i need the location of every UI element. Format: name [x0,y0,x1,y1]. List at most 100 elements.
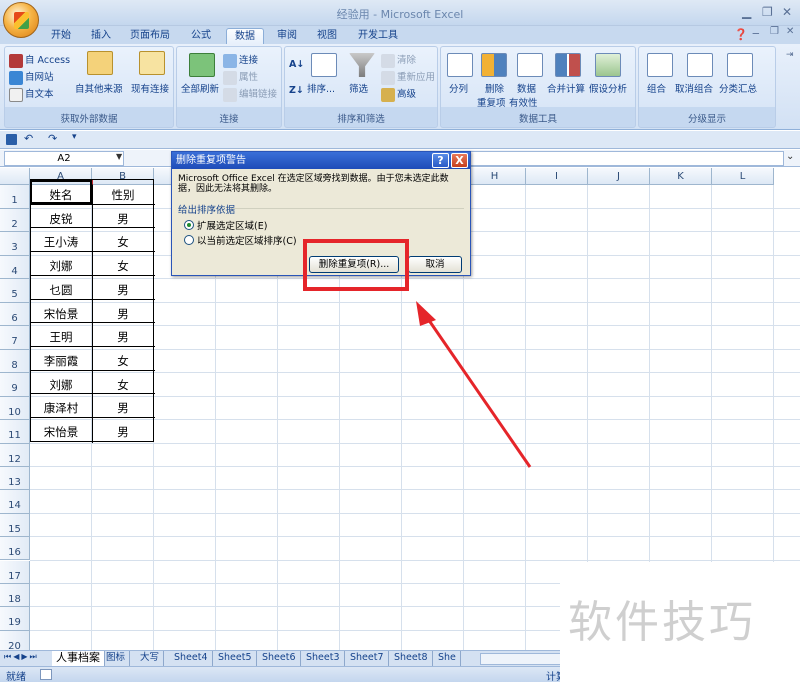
header-cell-gender[interactable]: 性别 [92,184,154,207]
cell-name[interactable]: 皮锐 [30,208,92,231]
cell-name[interactable]: 宋怡景 [30,303,92,326]
row-header[interactable]: 9 [0,373,30,397]
column-header-h[interactable]: H [464,168,526,185]
cell-name[interactable]: 刘娜 [30,374,92,397]
row-header[interactable]: 10 [0,396,30,420]
subtotal-button[interactable]: 分类汇总 [719,81,757,95]
sort-button[interactable]: 排序... [307,81,335,95]
row-header[interactable]: 14 [0,490,30,514]
sheet-tab[interactable]: Sheet8 [390,651,433,666]
remove-duplicates-button[interactable]: 删除 重复项 [477,81,506,109]
minimize-icon[interactable]: ▁ [742,5,751,19]
expand-formula-icon[interactable]: ⌄ [786,151,794,162]
edit-links-button[interactable]: 编辑链接 [223,86,277,102]
sheet-tab[interactable]: 人事档案 [52,651,105,666]
column-header-j[interactable]: J [588,168,650,185]
row-header[interactable]: 6 [0,302,30,326]
maximize-icon[interactable]: ❐ [762,5,773,19]
group-button[interactable]: 组合 [647,81,666,95]
row-header[interactable]: 8 [0,349,30,373]
sheet-nav-icon[interactable]: ⏮◀▶⏭ [4,652,39,662]
tab-developer[interactable]: 开发工具 [352,28,404,44]
cell-gender[interactable]: 男 [92,421,154,444]
dialog-close-icon[interactable]: X [451,153,468,168]
show-detail-icon[interactable]: ⇥ [786,50,794,60]
clear-button[interactable]: 清除 [381,52,416,68]
column-header-i[interactable]: I [526,168,588,185]
close-window-icon[interactable]: ✕ [782,5,792,19]
workbook-close-icon[interactable]: ✕ [786,26,794,37]
cell-gender[interactable]: 男 [92,397,154,420]
help-icon[interactable]: ❓ [734,28,748,41]
sheet-tab[interactable]: 大写 [136,651,165,666]
tab-review[interactable]: 审阅 [272,28,302,44]
customize-qat-icon[interactable]: ▾ [72,132,77,142]
formula-input[interactable] [470,151,784,166]
sheet-tab[interactable]: Sheet3 [302,651,345,666]
expand-selection-radio[interactable]: 扩展选定区域(E) [184,218,267,232]
cell-gender[interactable]: 男 [92,279,154,302]
row-header[interactable]: 1 [0,185,30,209]
select-all-corner[interactable] [0,168,30,185]
tab-home[interactable]: 开始 [46,28,76,44]
sheet-tab[interactable]: Sheet7 [346,651,389,666]
data-validation-button[interactable]: 数据 有效性 [509,81,538,109]
text-to-columns-button[interactable]: 分列 [449,81,468,95]
from-web-button[interactable]: 自网站 [9,69,54,85]
row-header[interactable]: 5 [0,279,30,303]
sheet-tab[interactable]: Sheet6 [258,651,301,666]
sheet-tab[interactable]: Sheet5 [214,651,257,666]
what-if-analysis-button[interactable]: 假设分析 [589,81,627,95]
properties-button[interactable]: 属性 [223,69,258,85]
row-header[interactable]: 4 [0,255,30,279]
cell-name[interactable]: 王小涛 [30,231,92,254]
column-header-k[interactable]: K [650,168,712,185]
consolidate-button[interactable]: 合并计算 [547,81,585,95]
row-header[interactable]: 7 [0,326,30,350]
redo-icon[interactable]: ↷ [48,132,57,145]
filter-button[interactable]: 筛选 [349,81,368,95]
row-header[interactable]: 13 [0,466,30,491]
column-header-l[interactable]: L [712,168,774,185]
row-header[interactable]: 16 [0,537,30,561]
from-text-button[interactable]: 自文本 [9,86,54,102]
cell-name[interactable]: 康泽村 [30,397,92,420]
dialog-help-icon[interactable]: ? [432,153,449,168]
row-header[interactable]: 19 [0,607,30,631]
row-header[interactable]: 3 [0,232,30,256]
tab-data[interactable]: 数据 [226,28,264,44]
cell-name[interactable]: 乜圆 [30,279,92,302]
cell-name[interactable]: 刘娜 [30,255,92,278]
tab-page-layout[interactable]: 页面布局 [124,28,176,44]
connections-button[interactable]: 连接 [223,52,258,68]
cancel-button[interactable]: 取消 [408,256,462,273]
tab-view[interactable]: 视图 [312,28,342,44]
advanced-button[interactable]: 高级 [381,86,416,102]
other-sources-button[interactable]: 自其他来源 [75,81,123,95]
namebox-dropdown-icon[interactable]: ▼ [116,152,122,161]
from-access-button[interactable]: 自 Access [9,52,70,68]
cell-gender[interactable]: 男 [92,208,154,231]
office-button-icon[interactable] [3,2,39,38]
ribbon-restore-icon[interactable]: ❐ [770,26,779,37]
sheet-tab[interactable]: 图标 [102,651,131,666]
cell-gender[interactable]: 女 [92,374,154,397]
cell-gender[interactable]: 女 [92,350,154,373]
row-header[interactable]: 2 [0,208,30,232]
current-selection-radio[interactable]: 以当前选定区域排序(C) [184,233,297,247]
sheet-tab[interactable]: Sheet4 [170,651,213,666]
row-header[interactable]: 15 [0,513,30,538]
row-header[interactable]: 17 [0,560,30,584]
existing-connections-button[interactable]: 现有连接 [131,81,169,95]
tab-formulas[interactable]: 公式 [186,28,216,44]
row-header[interactable]: 11 [0,420,30,444]
cell-gender[interactable]: 女 [92,231,154,254]
ribbon-minimize-icon[interactable]: ‒ [752,26,760,40]
cell-name[interactable]: 王明 [30,326,92,349]
save-icon[interactable] [6,134,17,145]
cell-gender[interactable]: 男 [92,303,154,326]
cell-name[interactable]: 宋怡景 [30,421,92,444]
refresh-all-button[interactable]: 全部刷新 [181,81,219,95]
sheet-tab[interactable]: She [434,651,461,666]
reapply-button[interactable]: 重新应用 [381,69,435,85]
